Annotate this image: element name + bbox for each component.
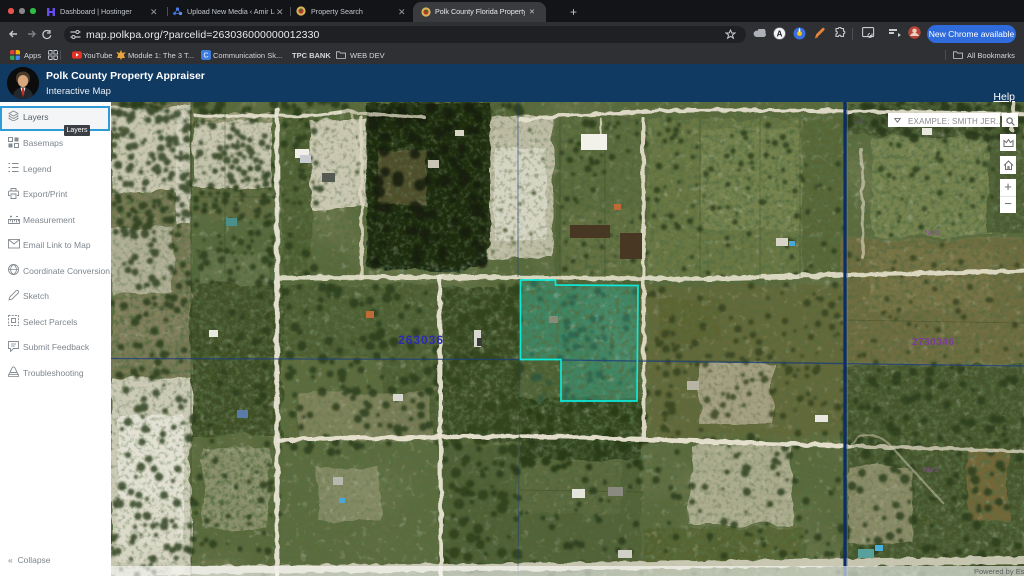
svg-text:2-2: 2-2 — [855, 118, 865, 125]
svg-text:No 2: No 2 — [924, 467, 939, 474]
svg-text:263036: 263036 — [398, 333, 444, 347]
svg-text:2730346: 2730346 — [912, 337, 954, 348]
svg-text:Powered by Esri: Powered by Esri — [974, 567, 1024, 576]
svg-text:A: A — [777, 29, 783, 38]
svg-text:C: C — [203, 53, 208, 60]
svg-text:No 2: No 2 — [925, 230, 940, 237]
